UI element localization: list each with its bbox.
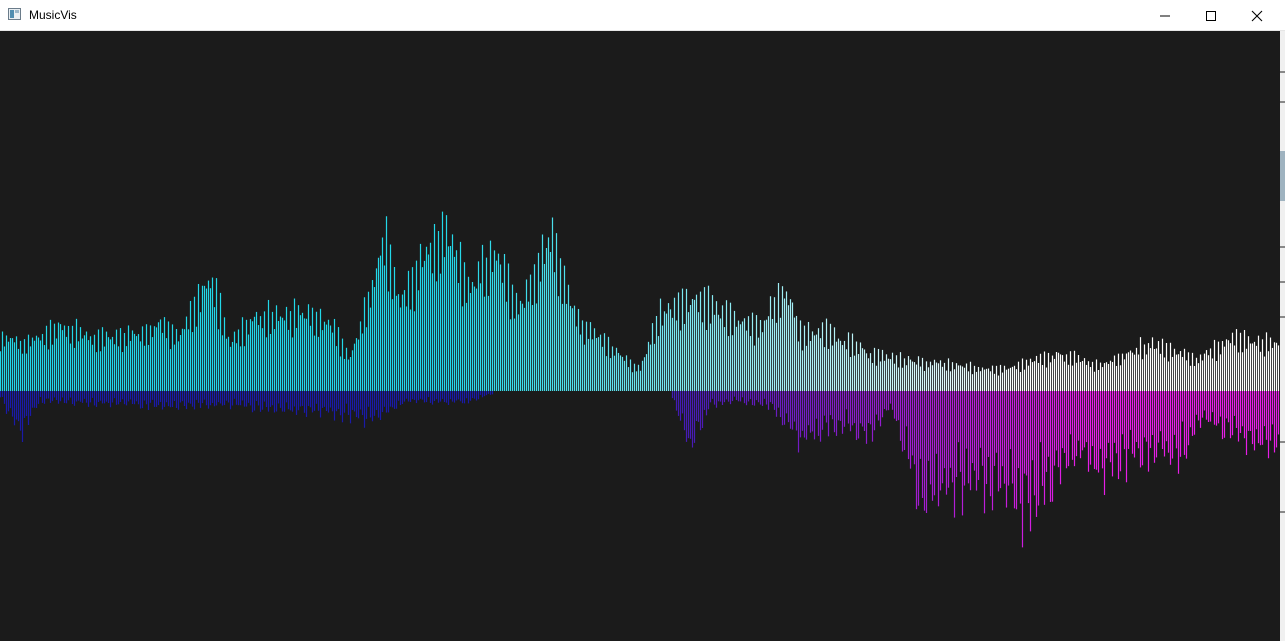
visualizer-canvas (0, 31, 1280, 641)
window-title: MusicVis (29, 8, 77, 22)
title-bar: MusicVis (0, 0, 1285, 31)
minimize-button[interactable] (1142, 0, 1188, 31)
bars-group (0, 211, 1280, 548)
maximize-button[interactable] (1188, 0, 1234, 31)
waveform-chart (0, 211, 1280, 548)
maximize-icon (1206, 10, 1216, 21)
background-window-edge (1280, 31, 1285, 641)
close-button[interactable] (1234, 0, 1280, 31)
minimize-icon (1160, 15, 1170, 16)
close-icon (1251, 10, 1263, 21)
app-window-icon (8, 8, 21, 20)
